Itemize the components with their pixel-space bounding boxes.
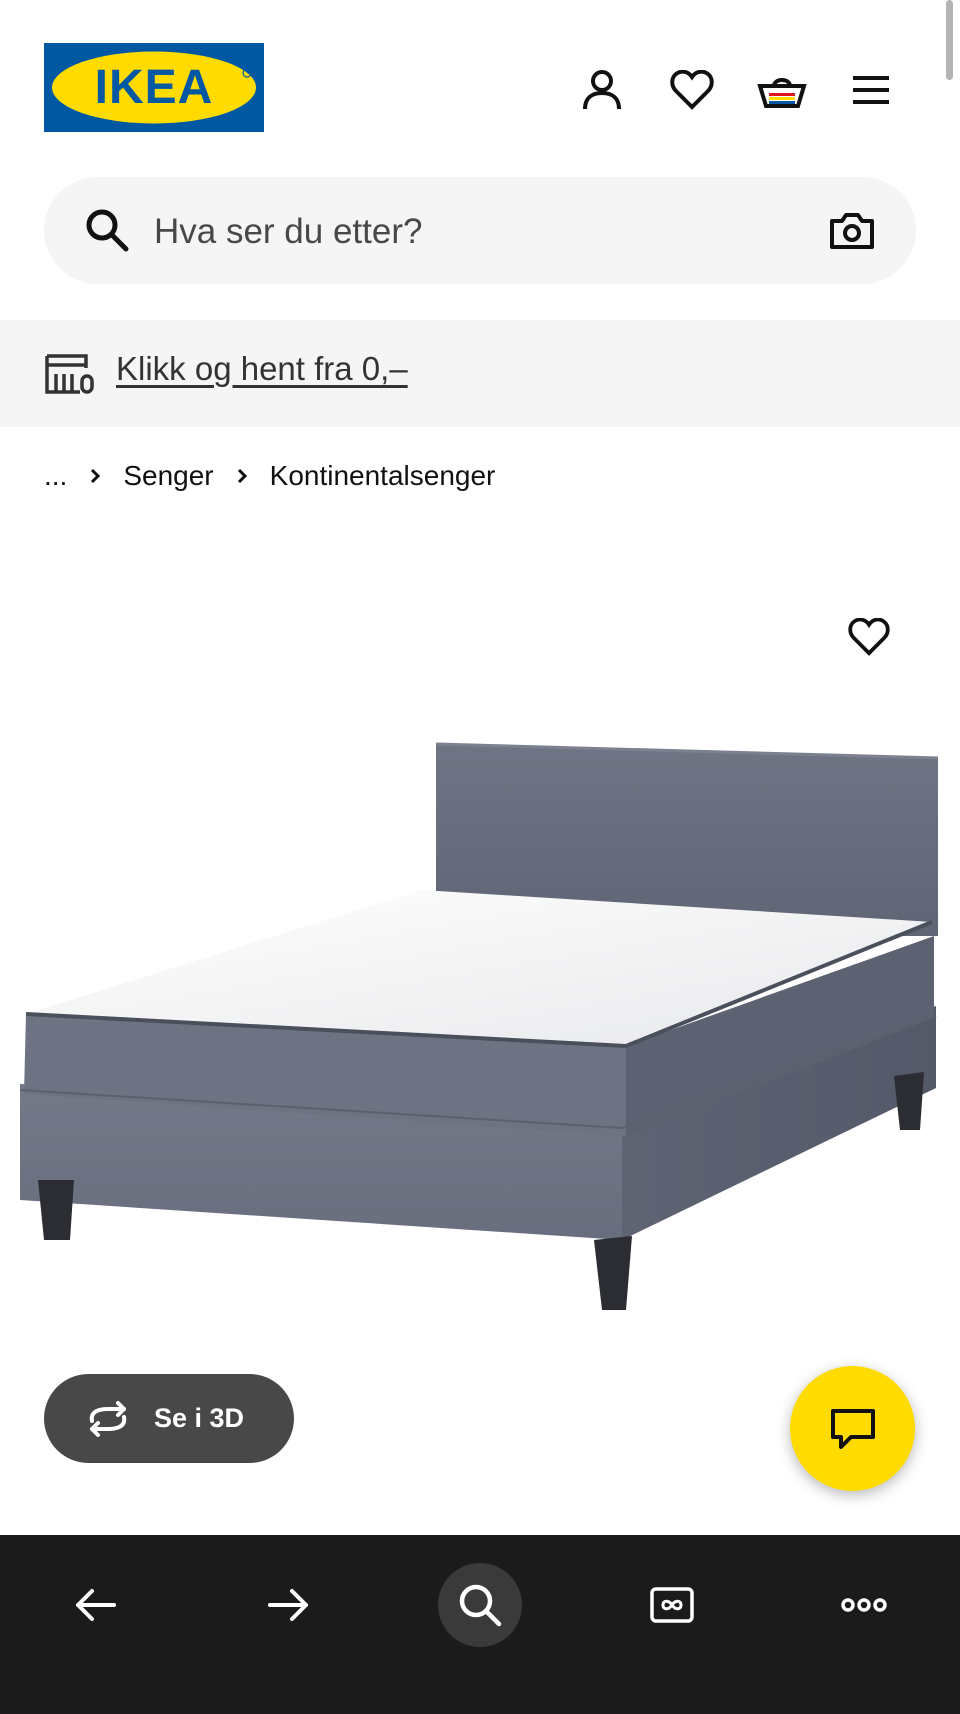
tabs-icon <box>650 1587 694 1623</box>
breadcrumb-ellipsis[interactable]: ... <box>44 460 67 492</box>
svg-text:IKEA: IKEA <box>95 61 214 114</box>
heart-icon <box>848 618 890 656</box>
account-icon <box>583 70 621 110</box>
view-3d-label: Se i 3D <box>154 1403 245 1433</box>
cart-button[interactable] <box>754 62 810 118</box>
page-scrollbar[interactable] <box>946 0 953 80</box>
browser-search-button[interactable] <box>438 1563 522 1647</box>
view-3d-button[interactable]: Se i 3D <box>44 1374 294 1463</box>
breadcrumb-item-kontinentalsenger[interactable]: Kontinentalsenger <box>270 460 496 492</box>
hamburger-menu-icon <box>853 76 889 104</box>
click-collect-banner: Klikk og hent fra 0,– <box>0 320 960 427</box>
browser-back-button[interactable] <box>54 1563 138 1647</box>
chat-button[interactable] <box>790 1366 915 1491</box>
browser-tabs-button[interactable] <box>630 1563 714 1647</box>
heart-icon <box>670 70 714 110</box>
click-collect-link[interactable]: Klikk og hent fra 0,– <box>116 350 408 388</box>
more-icon <box>841 1598 887 1612</box>
back-arrow-icon <box>76 1589 116 1621</box>
wishlist-button[interactable] <box>664 62 720 118</box>
browser-toolbar <box>0 1535 960 1714</box>
search-icon <box>459 1584 502 1627</box>
breadcrumb: ... Senger Kontinentalsenger <box>44 454 495 498</box>
rotate-3d-icon <box>89 1400 127 1437</box>
chevron-right-icon <box>237 468 247 484</box>
store-pickup-icon <box>45 354 94 394</box>
product-wishlist-button[interactable] <box>840 608 898 666</box>
ikea-logo[interactable]: IKEA <box>44 43 264 132</box>
breadcrumb-item-senger[interactable]: Senger <box>123 460 213 492</box>
product-image[interactable] <box>0 690 960 1330</box>
browser-forward-button[interactable] <box>246 1563 330 1647</box>
account-button[interactable] <box>574 62 630 118</box>
chat-bubble-icon <box>830 1408 875 1449</box>
search-bar[interactable] <box>44 177 916 284</box>
forward-arrow-icon <box>268 1589 308 1621</box>
menu-button[interactable] <box>843 62 899 118</box>
chevron-right-icon <box>91 468 101 484</box>
search-input[interactable] <box>152 201 756 263</box>
search-icon <box>86 209 129 252</box>
browser-more-button[interactable] <box>822 1563 906 1647</box>
cart-icon <box>757 78 807 108</box>
camera-search-icon[interactable] <box>828 207 876 255</box>
